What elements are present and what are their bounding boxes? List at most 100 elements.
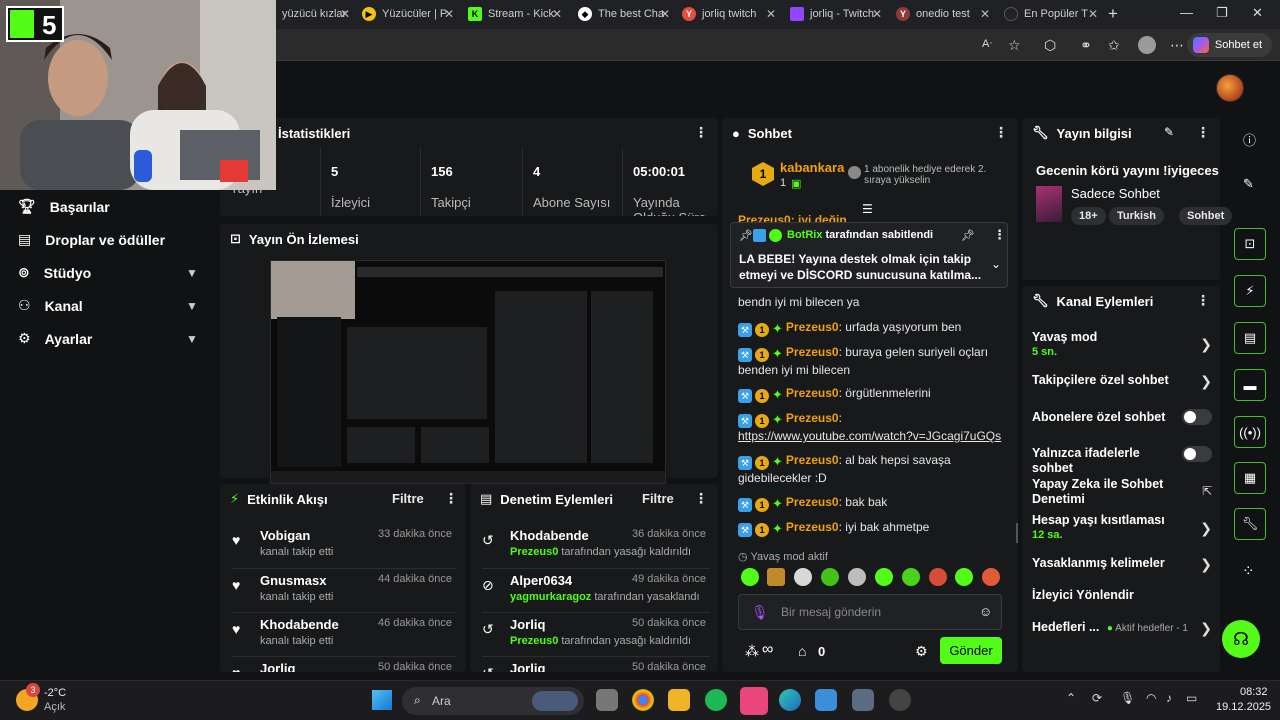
chat-scrollbar[interactable] <box>1016 523 1018 543</box>
file-explorer-icon[interactable] <box>668 689 690 711</box>
split-screen-icon[interactable]: ⚭ <box>1080 37 1092 54</box>
emotes-only-toggle[interactable] <box>1182 446 1212 462</box>
task-view-icon[interactable] <box>596 689 618 711</box>
browser-tab[interactable]: En Popüler T ✕ <box>998 2 1104 26</box>
action-goals[interactable]: Hedefleri ... ● Aktif hedefler - 1 <box>1032 620 1212 636</box>
document-icon[interactable]: ▤ <box>1234 322 1266 354</box>
taskbar-search[interactable]: ⌕ Ara <box>402 687 584 715</box>
action-slow-mode[interactable]: Yavaş mod 5 sn. <box>1032 330 1212 360</box>
kebab-icon[interactable]: ⋮ <box>444 490 458 507</box>
gifter-name[interactable]: kabankara <box>780 160 844 175</box>
points-icon[interactable]: ⁂ <box>745 643 759 660</box>
browser-tab[interactable]: ▶ Yüzücüler | P ✕ <box>356 2 460 26</box>
browser-tab[interactable]: ◆ The best Cha ✕ <box>572 2 676 26</box>
support-headset-icon[interactable]: ☊ <box>1222 620 1260 658</box>
volume-icon[interactable]: ♪ <box>1166 691 1172 705</box>
unpin-icon[interactable]: 📌︎ <box>961 229 975 242</box>
emote-icon[interactable] <box>929 568 947 586</box>
action-followers-only[interactable]: Takipçilere özel sohbet <box>1032 373 1212 388</box>
tag-badge[interactable]: Turkish <box>1109 207 1164 225</box>
emote-icon[interactable] <box>767 568 785 586</box>
sidebar-item-drops[interactable]: ▤ Droplar ve ödüller <box>18 231 165 248</box>
tag-badge[interactable]: 18+ <box>1071 207 1106 225</box>
category-name[interactable]: Sadece Sohbet <box>1071 186 1160 201</box>
more-icon[interactable]: ⋯ <box>1170 37 1184 54</box>
sync-icon[interactable]: ⟳ <box>1092 691 1102 705</box>
chevron-down-icon[interactable]: ⌄ <box>991 257 1001 271</box>
tag-badge[interactable]: Sohbet <box>1179 207 1233 225</box>
chat-link[interactable]: https://www.youtube.com/watch?v=JGcagi7u… <box>738 429 1001 443</box>
add-widget-icon[interactable]: ⁘ <box>1242 562 1255 580</box>
microphone-icon[interactable]: 🎙︎ <box>1120 691 1135 705</box>
action-ai-moderation[interactable]: Yapay Zeka ile Sohbet Denetimi <box>1032 477 1172 507</box>
emote-icon[interactable] <box>955 568 973 586</box>
app-icon[interactable] <box>815 689 837 711</box>
favorite-star-icon[interactable]: ☆ <box>1008 37 1021 54</box>
edge-icon[interactable] <box>779 689 801 711</box>
microphone-icon[interactable]: 🎙︎ <box>751 604 769 621</box>
external-link-icon[interactable]: ⇱ <box>1202 484 1212 498</box>
clock-date[interactable]: 19.12.2025 <box>1216 701 1271 713</box>
layout-icon[interactable]: ▦ <box>1234 462 1266 494</box>
send-button[interactable]: Gönder <box>940 637 1002 664</box>
emoji-icon[interactable]: ☺ <box>979 604 992 619</box>
avatar[interactable] <box>1216 74 1244 102</box>
browser-tab[interactable]: Y onedio test ✕ <box>890 2 996 26</box>
info-icon[interactable]: ⓘ <box>1243 130 1256 149</box>
sidebar-item-achievements[interactable]: 🏆︎ Başarılar <box>18 198 110 215</box>
emote-icon[interactable] <box>848 568 866 586</box>
stream-preview-video[interactable] <box>270 260 666 484</box>
chevron-right-icon[interactable]: ❯ <box>1200 556 1212 573</box>
emote-icon[interactable] <box>821 568 839 586</box>
wrench-icon[interactable]: 🔧︎ <box>1234 508 1266 540</box>
close-icon[interactable]: ✕ <box>552 7 562 21</box>
close-icon[interactable]: ✕ <box>1088 7 1098 21</box>
close-icon[interactable]: ✕ <box>340 7 350 21</box>
lightning-icon[interactable]: ⚡︎ <box>1234 275 1266 307</box>
category-thumbnail[interactable] <box>1036 186 1062 222</box>
emote-icon[interactable] <box>741 568 759 586</box>
store-icon[interactable]: ⌂ <box>798 643 806 659</box>
camera-icon[interactable]: ⊡ <box>1234 228 1266 260</box>
copilot-chat-button[interactable]: Sohbet et <box>1186 33 1272 57</box>
close-window-icon[interactable]: ✕ <box>1252 5 1263 21</box>
windows-start-icon[interactable] <box>372 690 392 710</box>
edit-icon[interactable]: ✎ <box>1164 125 1174 139</box>
action-raid[interactable]: İzleyici Yönlendir <box>1032 588 1212 603</box>
browser-tab[interactable]: jorliq - Twitch ✕ <box>784 2 888 26</box>
emote-icon[interactable] <box>794 568 812 586</box>
settings-app-icon[interactable] <box>852 689 874 711</box>
action-account-age[interactable]: Hesap yaşı kısıtlaması 12 sa. <box>1032 513 1212 543</box>
profile-icon[interactable] <box>1138 36 1156 54</box>
close-icon[interactable]: ✕ <box>660 7 670 21</box>
active-app-icon[interactable] <box>740 687 768 715</box>
read-aloud-icon[interactable]: Aᐧ <box>982 37 992 50</box>
emote-icon[interactable] <box>875 568 893 586</box>
browser-tab[interactable]: yüzücü kızlar ✕ <box>276 2 356 26</box>
action-banned-words[interactable]: Yasaklanmış kelimeler <box>1032 556 1212 571</box>
new-tab-button[interactable]: + <box>1108 4 1118 24</box>
sidebar-item-channel[interactable]: ⚇ Kanal ▼ <box>18 297 218 314</box>
edit-icon[interactable]: ✎ <box>1243 176 1254 192</box>
extensions-icon[interactable]: ⬡ <box>1044 37 1056 54</box>
chevron-up-icon[interactable]: ⌃ <box>1066 691 1076 705</box>
close-icon[interactable]: ✕ <box>766 7 776 21</box>
kebab-icon[interactable]: ⋮ <box>1196 124 1210 141</box>
clock-time[interactable]: 08:32 <box>1240 686 1268 698</box>
close-icon[interactable]: ✕ <box>872 7 882 21</box>
maximize-icon[interactable]: ❐ <box>1216 5 1228 21</box>
kebab-icon[interactable]: ⋮ <box>994 124 1008 141</box>
sidebar-item-studio[interactable]: ⊚ Stüdyo ▼ <box>18 264 218 281</box>
wifi-icon[interactable]: ◠ <box>1146 691 1156 705</box>
browser-tab[interactable]: K Stream - Kick ✕ <box>462 2 568 26</box>
collections-icon[interactable]: ✩ <box>1108 37 1120 54</box>
chevron-right-icon[interactable]: ❯ <box>1200 373 1212 390</box>
spotify-icon[interactable] <box>705 689 727 711</box>
battery-icon[interactable]: ▭ <box>1186 691 1197 705</box>
kebab-icon[interactable]: ⋮ <box>694 490 708 507</box>
moderation-filter-button[interactable]: Filtre <box>642 491 674 506</box>
chevron-right-icon[interactable]: ❯ <box>1200 520 1212 537</box>
minimize-icon[interactable]: — <box>1180 5 1193 20</box>
kebab-icon[interactable]: ⋮ <box>694 124 708 141</box>
obs-icon[interactable] <box>889 689 911 711</box>
